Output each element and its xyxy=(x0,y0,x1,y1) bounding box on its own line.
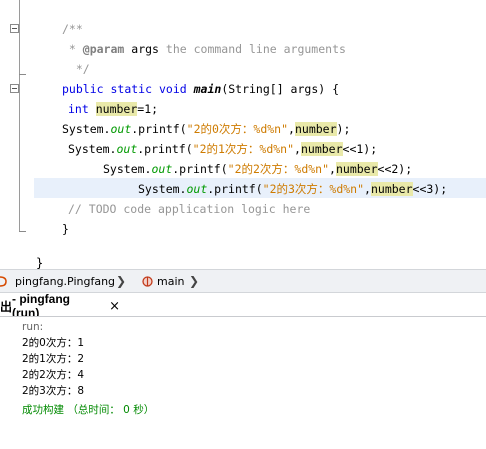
code-line: System.out.printf("2的3次方：%d%n",number<<3… xyxy=(138,182,448,196)
code-line: System.out.printf("2的0次方：%d%n",number); xyxy=(62,122,351,136)
class-icon xyxy=(0,276,11,287)
breadcrumb-method[interactable]: main xyxy=(142,275,184,288)
fold-end-marker xyxy=(19,74,26,75)
breadcrumb-class[interactable]: pingfang.Pingfang xyxy=(0,275,115,288)
code-editor[interactable]: /** * @param args the command line argum… xyxy=(0,0,486,270)
method-icon xyxy=(142,276,153,287)
output-line: 2的0次方：1 xyxy=(22,337,85,349)
breadcrumb-class-label: pingfang.Pingfang xyxy=(15,275,116,288)
code-line: /** xyxy=(62,22,83,36)
code-line: System.out.printf("2的2次方：%d%n",number<<2… xyxy=(103,162,413,176)
code-line: // TODO code application logic here xyxy=(68,202,311,216)
code-line: } xyxy=(62,222,69,236)
fold-comment-icon[interactable] xyxy=(10,24,19,33)
build-status: 成功构建 （总时间： 0 秒） xyxy=(22,404,155,416)
output-line: 2的3次方：8 xyxy=(22,385,85,397)
fold-method-icon[interactable] xyxy=(10,84,19,93)
tab-label-prefix: 出 xyxy=(0,299,13,314)
output-line: 2的2次方：4 xyxy=(22,369,85,381)
code-line: * @param args the command line arguments xyxy=(62,42,346,56)
breadcrumb: pingfang.Pingfang ❯ main ❯ xyxy=(0,269,486,293)
output-console[interactable]: run: 2的0次方：1 2的1次方：2 2的2次方：4 2的3次方：8 成功构… xyxy=(0,317,486,449)
breadcrumb-method-label: main xyxy=(157,275,185,288)
output-tab[interactable]: 出 - pingfang (run) × xyxy=(0,292,120,320)
gutter-divider xyxy=(19,0,20,232)
output-line: 2的1次方：2 xyxy=(22,353,85,365)
close-icon[interactable]: × xyxy=(109,299,120,314)
run-label: run: xyxy=(22,321,44,333)
code-line: System.out.printf("2的1次方：%d%n",number<<1… xyxy=(68,142,378,156)
chevron-right-icon: ❯ xyxy=(189,274,200,288)
code-line: public static void main(String[] args) { xyxy=(62,82,340,96)
code-line: */ xyxy=(75,62,90,76)
fold-end-marker xyxy=(19,231,26,232)
chevron-right-icon: ❯ xyxy=(116,274,127,288)
code-line: } xyxy=(36,256,44,270)
code-line: int number=1; xyxy=(68,102,159,116)
